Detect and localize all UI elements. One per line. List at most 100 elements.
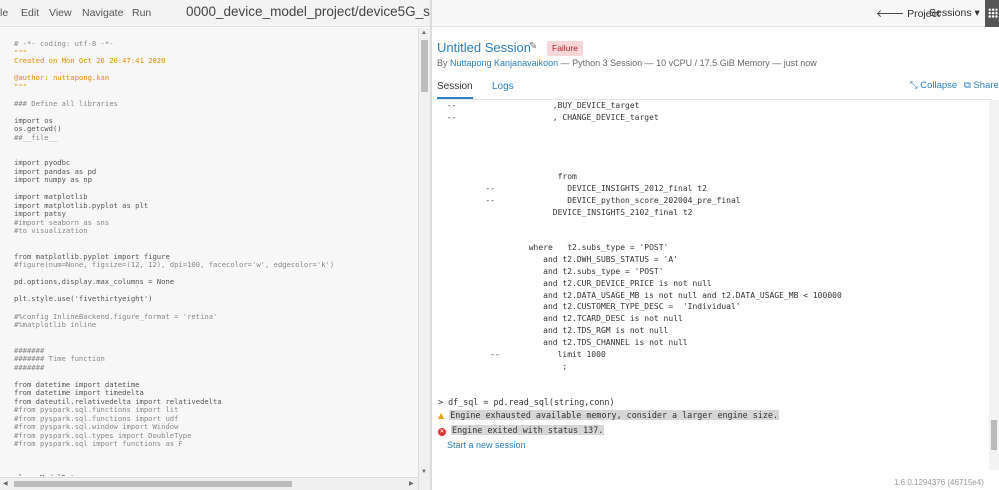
prompt-symbol: > [438,397,444,407]
share-label: Share [973,80,999,91]
sql-line: and t2.subs_type = 'POST' [442,266,664,276]
collapse-label: Collapse [920,80,958,91]
share-button[interactable]: ⧉ Share [964,80,999,91]
sessions-label: Sessions [929,7,972,19]
session-topbar: 🡐 Project Sessions ▾ [432,0,999,27]
editor-pane: le Edit View Navigate Run 0000_device_mo… [0,0,430,490]
warning-message: ▲ Engine exhausted available memory, con… [438,410,779,420]
code-line: Created on Mon Oct 26 20:47:41 2020 [14,56,166,66]
command-line: > df_sql = pd.read_sql(string,conn) [438,397,615,407]
sql-line: and t2.TCARD_DESC is not null [442,314,683,324]
menu-file[interactable]: le [0,7,8,19]
editor-horizontal-scroll-thumb[interactable] [14,481,292,487]
code-line: #from pyspark.sql import functions as F [14,439,183,449]
sql-line: -- , CHANGE_DEVICE_target [442,112,659,122]
user-link[interactable]: Nuttapong Kanjanavaikoon [450,58,558,68]
code-line: # -*- coding: utf-8 -*- [14,39,114,48]
code-line: os.getcwd() [14,124,62,134]
grid-icon [988,8,998,18]
sql-line: -- ,BUY_DEVICE_target [442,101,640,110]
session-vertical-scroll-thumb[interactable] [991,420,997,450]
sql-line: -- limit 1000 [442,349,606,359]
edit-icon[interactable]: ✎ [529,41,537,52]
code-line: @author: nuttapong.kan [14,73,110,83]
sql-line: and t2.CUSTOMER_TYPE_DESC = 'Individual' [442,302,741,312]
collapse-button[interactable]: ⤡ Collapse [910,80,957,91]
status-badge: Failure [547,41,583,56]
session-title[interactable]: Untitled Session [437,40,531,55]
session-details: — Python 3 Session — 10 vCPU / 17.5 GiB … [558,58,817,68]
command-text: df_sql = pd.read_sql(string,conn) [448,397,615,407]
byline-prefix: By [437,58,451,68]
menu-navigate[interactable]: Navigate [82,7,123,19]
code-line: ####### [14,362,45,372]
code-line: #to visualization [14,226,88,236]
tab-logs[interactable]: Logs [492,81,514,92]
scroll-down-arrow-icon[interactable]: ▼ [421,469,427,475]
sql-line [442,159,842,171]
session-vertical-scrollbar[interactable] [989,100,999,470]
version-label: 1.6.0.1294376 (46715e4) [894,478,984,487]
session-output: -- ,BUY_DEVICE_target -- , CHANGE_DEVICE… [432,100,989,470]
sql-line: from [442,172,577,182]
error-icon: ✕ [438,428,446,436]
sql-line: and t2.TDS_RGM is not null [442,326,669,336]
code-line: import os [14,115,53,125]
code-line: import numpy as np [14,175,92,185]
menu-view[interactable]: View [49,7,72,19]
scroll-left-arrow-icon[interactable]: ◀ [3,480,8,487]
code-line: class ModelDates: [14,474,334,476]
sql-output: -- ,BUY_DEVICE_target -- , CHANGE_DEVICE… [442,100,842,372]
arrow-left-icon: 🡐 [876,8,908,20]
code-line: ##__file__ [14,132,58,142]
sql-line: and t2.CUR_DEVICE_PRICE is not null [442,278,712,288]
editor-menubar: le Edit View Navigate Run 0000_device_mo… [0,0,430,27]
sql-line [442,136,842,148]
sessions-menu[interactable]: Sessions ▾ [929,7,980,19]
session-byline: By Nuttapong Kanjanavaikoon — Python 3 S… [437,58,817,68]
sql-line [442,230,842,242]
code-line: #figure(num=None, figsize=(12, 12), dpi=… [14,260,335,270]
code-line: pd.options.display.max_columns = None [14,277,175,287]
code-line: ####### Time function [14,354,105,364]
collapse-icon: ⤡ [910,80,921,91]
sql-line [442,218,842,230]
caret-down-icon: ▾ [971,7,980,19]
code-line: #%matplotlib inline [14,320,97,330]
sql-line: ; [442,361,568,371]
session-pane: 🡐 Project Sessions ▾ Untitled Session ✎ … [432,0,999,490]
editor-vertical-scroll-thumb[interactable] [421,40,428,92]
editor-vertical-scrollbar[interactable] [418,28,430,490]
menu-edit[interactable]: Edit [21,7,39,19]
sql-line: -- DEVICE_python_score_202004_pre_final [442,195,741,205]
sql-line: and t2.DWH_SUBS_STATUS = 'A' [442,254,679,264]
code-line: ### Define all libraries [14,98,118,108]
error-text: Engine exited with status 137. [451,425,605,435]
tab-session[interactable]: Session [437,81,473,92]
code-content[interactable]: # -*- coding: utf-8 -*- """ Created on Mon… [14,39,335,476]
sql-line: -- DEVICE_INSIGHTS_2012_final t2 [442,183,707,193]
menu-run[interactable]: Run [132,7,151,19]
apps-grid-button[interactable] [985,0,999,27]
error-message: ✕ Engine exited with status 137. [438,425,605,436]
sql-line: where t2.subs_type = 'POST' [442,243,669,253]
start-new-session-link[interactable]: Start a new session [447,440,526,450]
sql-line [442,124,842,136]
sql-line: DEVICE_INSIGHTS_2102_final t2 [442,207,693,217]
file-path-title[interactable]: 0000_device_model_project/device5G_sco..… [186,4,430,19]
code-editor[interactable]: # -*- coding: utf-8 -*- """ Created on Mon… [0,28,418,476]
scroll-up-arrow-icon[interactable]: ▲ [421,30,427,36]
scroll-right-arrow-icon[interactable]: ▶ [409,480,414,487]
code-line: plt.style.use('fivethirtyeight') [14,294,153,304]
sql-line: and t2.TDS_CHANNEL is not null [442,337,688,347]
warning-icon: ▲ [438,411,445,420]
warning-text: Engine exhausted available memory, consi… [449,410,779,420]
sql-line [442,147,842,159]
